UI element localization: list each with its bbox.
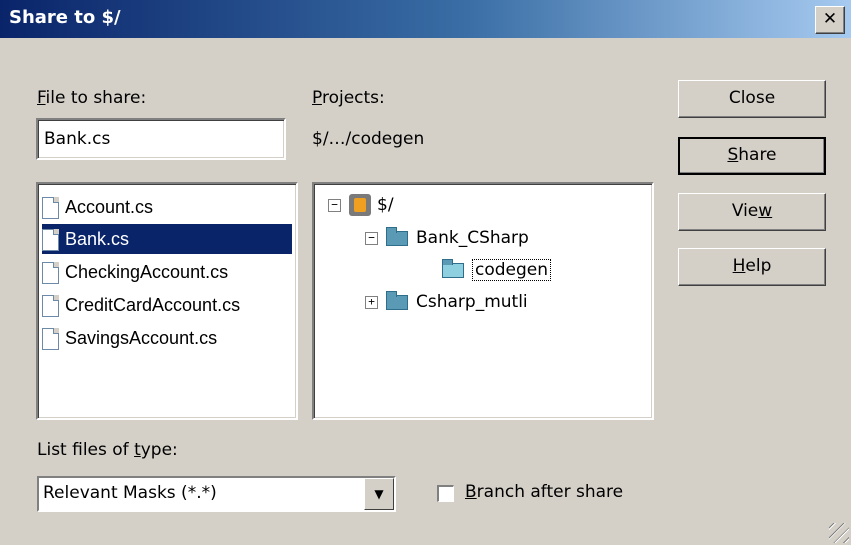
share-button[interactable]: Share: [678, 137, 826, 175]
file-to-share-input[interactable]: Bank.cs: [36, 118, 286, 160]
document-icon: [42, 197, 59, 220]
project-tree[interactable]: − $/ − Bank_CSharp codegen + Csharp_mutli: [312, 182, 654, 420]
file-to-share-label: File to share:: [37, 88, 147, 108]
file-to-share-value: Bank.cs: [44, 129, 111, 149]
tree-node-csharp-mutli[interactable]: + Csharp_mutli: [365, 287, 528, 317]
projects-label: Projects:: [312, 88, 385, 108]
file-item-creditcardaccount[interactable]: CreditCardAccount.cs: [42, 290, 292, 320]
folder-icon: [386, 226, 408, 246]
collapse-icon[interactable]: −: [365, 231, 378, 245]
folder-icon: [386, 290, 408, 310]
file-type-label: List files of type:: [37, 440, 178, 460]
branch-after-share-label[interactable]: Branch after share: [465, 482, 623, 502]
document-icon: [42, 295, 59, 318]
tree-node-bank-csharp[interactable]: − Bank_CSharp: [365, 223, 529, 253]
chevron-down-icon[interactable]: ▼: [364, 478, 394, 510]
expand-icon[interactable]: +: [365, 295, 378, 309]
database-icon: [349, 194, 371, 216]
file-type-select[interactable]: Relevant Masks (*.*) ▼: [37, 476, 396, 512]
file-list[interactable]: Account.cs Bank.cs CheckingAccount.cs Cr…: [36, 182, 298, 420]
file-item-checkingaccount[interactable]: CheckingAccount.cs: [42, 257, 292, 287]
projects-path: $/…/codegen: [312, 129, 425, 149]
file-item-account[interactable]: Account.cs: [42, 192, 292, 222]
document-icon: [42, 229, 59, 252]
view-button[interactable]: View: [678, 193, 826, 231]
title-bar: Share to $/ ✕: [0, 0, 851, 38]
resize-grip[interactable]: [829, 523, 849, 543]
file-type-value: Relevant Masks (*.*): [43, 483, 217, 503]
close-button[interactable]: Close: [678, 80, 826, 118]
tree-node-codegen[interactable]: codegen: [442, 255, 552, 285]
help-button[interactable]: Help: [678, 248, 826, 286]
document-icon: [42, 328, 59, 351]
tree-node-root[interactable]: − $/: [328, 190, 394, 220]
file-item-bank[interactable]: Bank.cs: [42, 224, 292, 254]
collapse-icon[interactable]: −: [328, 198, 341, 212]
branch-after-share-checkbox[interactable]: [437, 485, 454, 502]
window-title: Share to $/: [9, 7, 121, 28]
open-folder-icon: [442, 258, 464, 278]
close-window-button[interactable]: ✕: [815, 6, 845, 34]
document-icon: [42, 262, 59, 285]
file-item-savingsaccount[interactable]: SavingsAccount.cs: [42, 323, 292, 353]
